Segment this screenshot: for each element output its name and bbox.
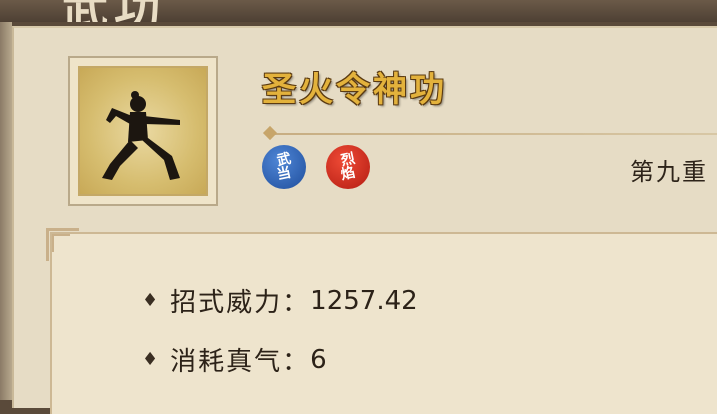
left-border [0,22,12,400]
badge-text: 焰 [339,164,357,184]
frame-corner-ornament [52,234,70,252]
title-divider [270,133,717,135]
stat-row-qi-cost: ♦ 消耗真气： 6 [142,341,327,378]
diamond-bullet-icon: ♦ [142,290,159,311]
stat-row-power: ♦ 招式威力： 1257.42 [142,282,418,319]
stats-box [50,232,717,414]
skill-icon-frame[interactable] [68,56,218,206]
stat-value: 6 [310,344,327,375]
window-title: 武功 [62,0,166,22]
diamond-bullet-icon: ♦ [142,349,159,370]
skill-name: 圣火令神功 [262,70,447,110]
top-bar: 武功 [0,0,717,22]
stat-value: 1257.42 [310,285,418,316]
element-badge-fire[interactable]: 烈 焰 [326,145,370,189]
sect-badge-wudang[interactable]: 武 当 [262,145,306,189]
martial-artist-icon [78,66,208,196]
martial-artist-silhouette [102,91,180,180]
stat-label: 消耗真气： [170,347,311,377]
skill-level: 第九重 [630,158,708,186]
badge-text: 当 [275,164,293,184]
stat-label: 招式威力： [170,288,311,318]
